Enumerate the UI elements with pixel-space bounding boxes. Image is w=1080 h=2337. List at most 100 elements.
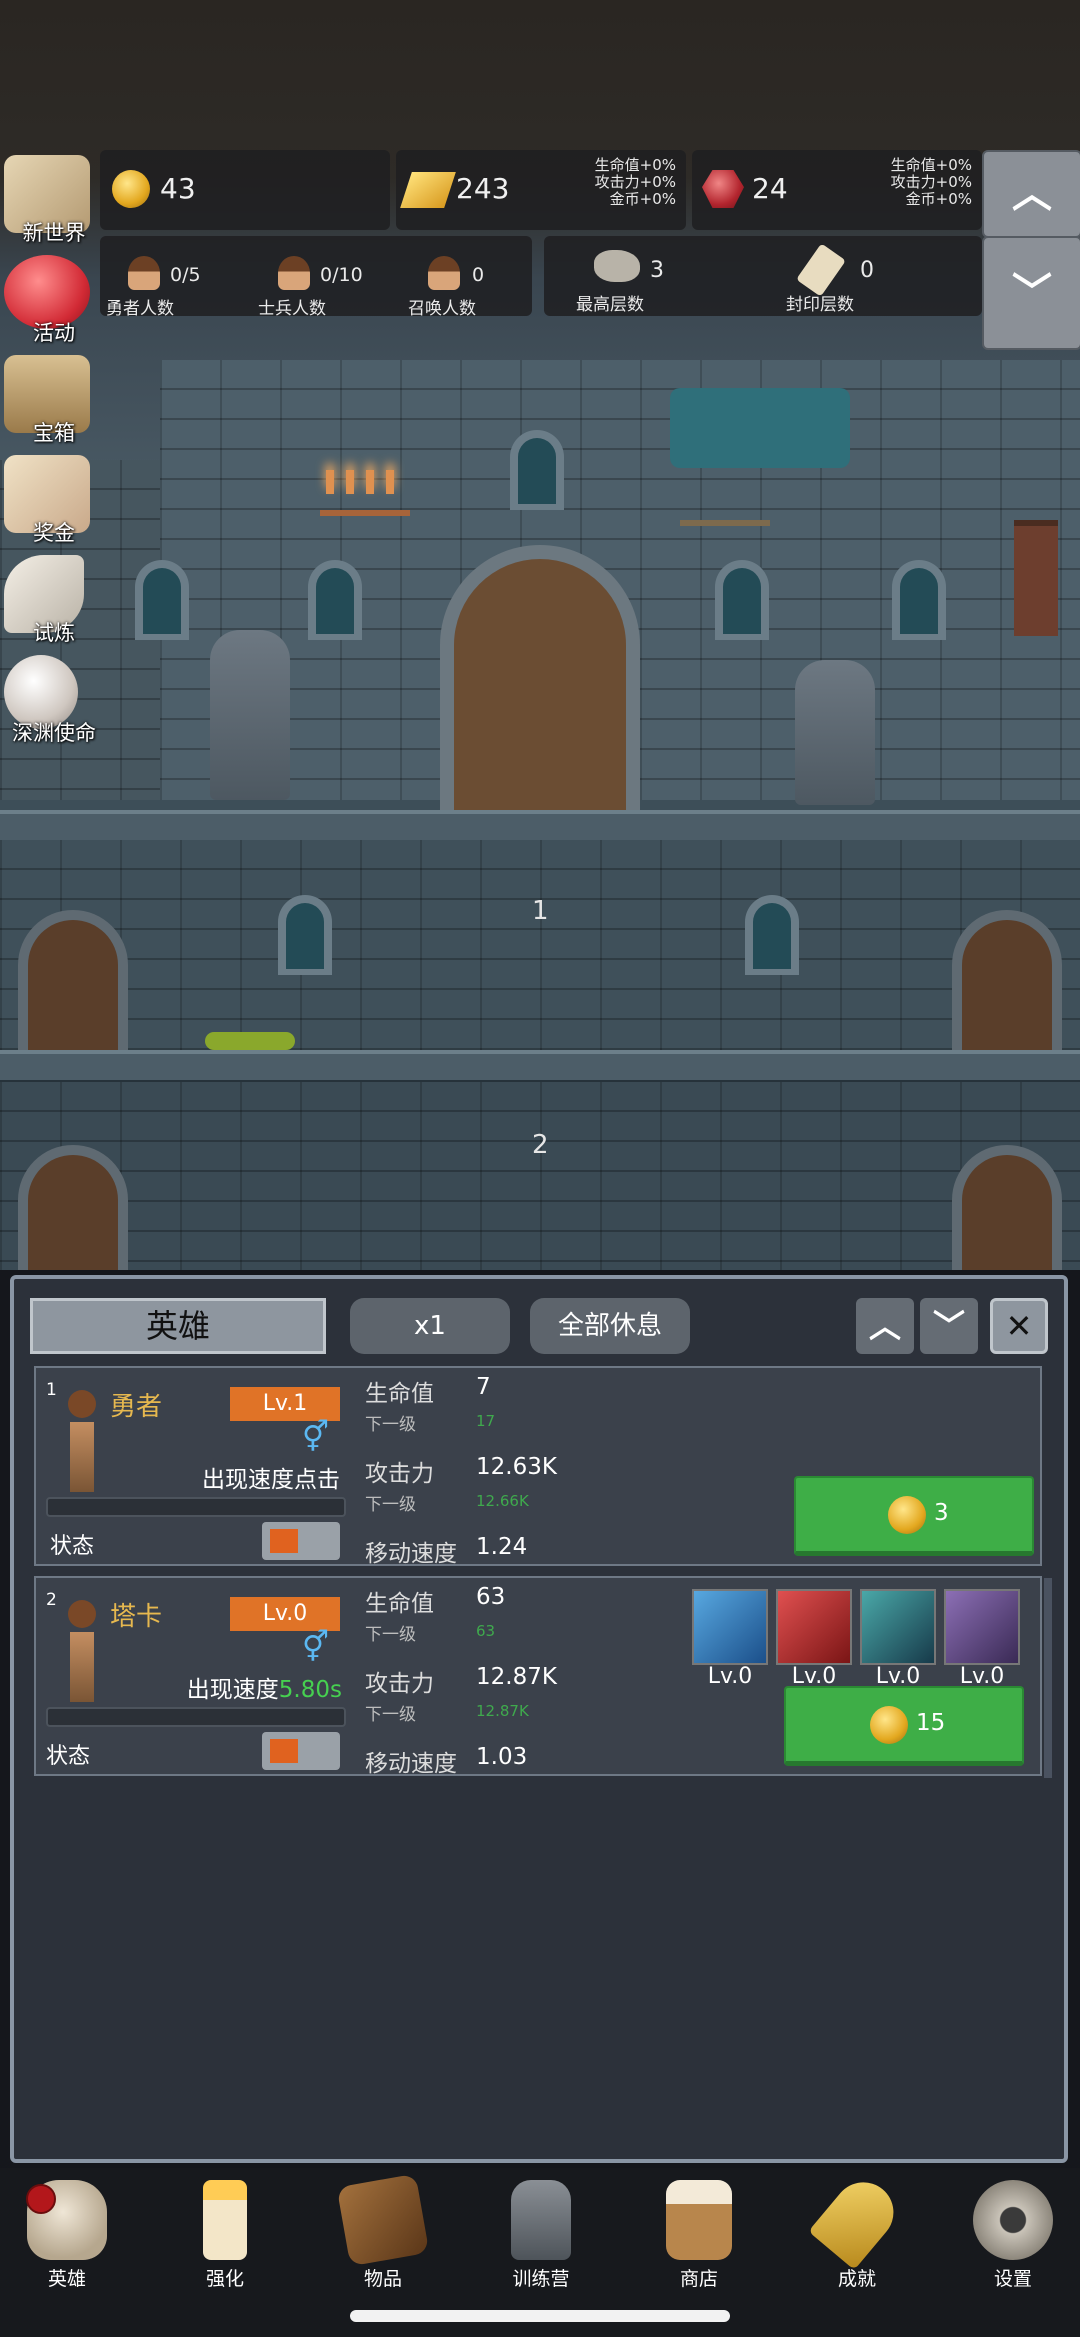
- skill-boots-icon[interactable]: [860, 1589, 936, 1665]
- gem-counter: 24 生命值+0% 攻击力+0% 金币+0%: [692, 150, 982, 230]
- hero-count: 0/5: [170, 264, 201, 286]
- chandelier-unlit: [680, 480, 770, 526]
- gem-icon: [702, 170, 744, 208]
- attack-next-value: 12.66K: [476, 1492, 529, 1510]
- status-toggle[interactable]: [262, 1522, 340, 1560]
- summon-count-label: 召唤人数: [408, 299, 476, 319]
- next-level-label: 下一级: [365, 1705, 416, 1725]
- hero-level-badge: Lv.0: [230, 1597, 340, 1631]
- spawn-progress-bar: [46, 1707, 346, 1727]
- soldier-count-label: 士兵人数: [258, 299, 326, 319]
- upgrade-cost: 15: [916, 1710, 946, 1736]
- knight-statue: [210, 630, 290, 800]
- hero-count-label: 勇者人数: [106, 299, 174, 319]
- max-floor-label: 最高层数: [576, 295, 644, 315]
- skill-axe-icon[interactable]: [776, 1589, 852, 1665]
- panel-collapse-button[interactable]: ﹀: [920, 1298, 978, 1354]
- hero-portrait: [62, 1600, 102, 1710]
- side-menu-abyss-mission[interactable]: 深渊使命: [4, 655, 96, 745]
- summon-count: 0: [472, 264, 485, 286]
- window: [510, 430, 564, 510]
- rest-all-button[interactable]: 全部休息: [530, 1298, 690, 1354]
- hero-name: 塔卡: [110, 1602, 163, 1632]
- key-icon: [808, 2170, 906, 2270]
- gold-coin-icon: [112, 170, 150, 208]
- skill-pickaxe-icon[interactable]: [944, 1589, 1020, 1665]
- floor-counts: 3 最高层数 0 封印层数: [544, 236, 982, 316]
- nav-items[interactable]: 物品: [328, 2173, 438, 2291]
- spawn-progress-bar: [46, 1497, 346, 1517]
- panel-expand-button[interactable]: ︿: [856, 1298, 914, 1354]
- nav-shop[interactable]: 商店: [644, 2180, 754, 2291]
- game-speed-button[interactable]: x1: [350, 1298, 510, 1354]
- status-toggle[interactable]: [262, 1732, 340, 1770]
- upgrade-cost: 3: [934, 1500, 949, 1526]
- hero-level-badge: Lv.1: [230, 1387, 340, 1421]
- soldier-icon: [278, 256, 310, 290]
- wall-banner: [1014, 520, 1058, 636]
- hp-label: 生命值: [365, 1381, 434, 1407]
- side-menu-new-world[interactable]: 新世界: [4, 155, 96, 245]
- side-menu-trial[interactable]: 试炼: [4, 555, 96, 645]
- beer-mug-icon: [666, 2180, 732, 2260]
- hero-name: 勇者: [110, 1392, 163, 1422]
- floor-door-right: [952, 910, 1062, 1055]
- skill-shield-icon[interactable]: [692, 1589, 768, 1665]
- gold-bar-counter: 243 生命值+0% 攻击力+0% 金币+0%: [396, 150, 686, 230]
- side-menu-bonus[interactable]: 奖金: [4, 455, 96, 545]
- soldier-count: 0/10: [320, 264, 363, 286]
- castle-gate[interactable]: [440, 545, 640, 815]
- home-indicator[interactable]: [350, 2310, 730, 2322]
- upgrade-button[interactable]: 3: [794, 1476, 1034, 1556]
- list-scrollbar[interactable]: [1044, 1578, 1052, 1778]
- scroll-down-button[interactable]: ﹀: [982, 236, 1080, 350]
- side-menu-chest[interactable]: 宝箱: [4, 355, 96, 445]
- slime-enemy[interactable]: [205, 1032, 295, 1050]
- attack-label: 攻击力: [365, 1671, 434, 1697]
- sealed-floor-value: 0: [860, 258, 874, 283]
- status-label: 状态: [50, 1534, 95, 1559]
- scroll-up-button[interactable]: ︿: [982, 150, 1080, 238]
- floor-door-left: [18, 1145, 128, 1270]
- nav-training-camp[interactable]: 训练营: [486, 2180, 596, 2291]
- gem-value: 24: [752, 172, 788, 205]
- gender-icon: ⚥: [302, 1630, 330, 1665]
- attack-label: 攻击力: [365, 1461, 434, 1487]
- candle-icon: [203, 2180, 247, 2260]
- chevron-down-icon: ﹀: [1012, 270, 1052, 316]
- window: [745, 895, 799, 975]
- chevron-up-icon: ︿: [1012, 171, 1052, 217]
- hp-value: 63: [476, 1584, 506, 1610]
- window: [715, 560, 769, 640]
- gold-coin-icon: [888, 1496, 926, 1534]
- unit-counts: 0/5 勇者人数 0/10 士兵人数 0 召唤人数: [100, 236, 532, 319]
- chandelier-lit: [320, 470, 410, 516]
- notification-badge: [26, 2184, 56, 2214]
- nav-settings[interactable]: 设置: [958, 2180, 1068, 2291]
- nav-achievements[interactable]: 成就: [802, 2170, 912, 2291]
- skill-level: Lv.0: [707, 1664, 753, 1689]
- gold-value: 43: [160, 172, 196, 205]
- attack-value: 12.87K: [476, 1664, 557, 1690]
- hp-next-value: 17: [476, 1412, 496, 1430]
- gold-bar-bonus: 生命值+0% 攻击力+0% 金币+0%: [594, 156, 676, 208]
- floor-1-wall: [0, 840, 1080, 1050]
- side-menu-events[interactable]: 活动: [4, 255, 96, 345]
- hero-icon: [128, 256, 160, 290]
- lantern-icon: [511, 2180, 571, 2260]
- upgrade-button[interactable]: 15: [784, 1686, 1024, 1766]
- chevron-up-icon: ︿: [868, 1307, 901, 1345]
- scroll-icon: [796, 243, 846, 297]
- floor-door-right: [952, 1145, 1062, 1270]
- max-floor-value: 3: [650, 258, 664, 283]
- wall-crack: [670, 388, 850, 468]
- window: [135, 560, 189, 640]
- gear-icon: [973, 2180, 1053, 2260]
- move-speed-value: 1.24: [476, 1534, 528, 1560]
- tab-heroes[interactable]: 英雄: [30, 1298, 326, 1354]
- nav-enhance[interactable]: 强化: [170, 2180, 280, 2291]
- spawn-speed: 出现速度5.80s: [186, 1677, 342, 1703]
- close-button[interactable]: ✕: [990, 1298, 1048, 1354]
- gold-bar-value: 243: [456, 172, 510, 205]
- move-speed-value: 1.03: [476, 1744, 528, 1770]
